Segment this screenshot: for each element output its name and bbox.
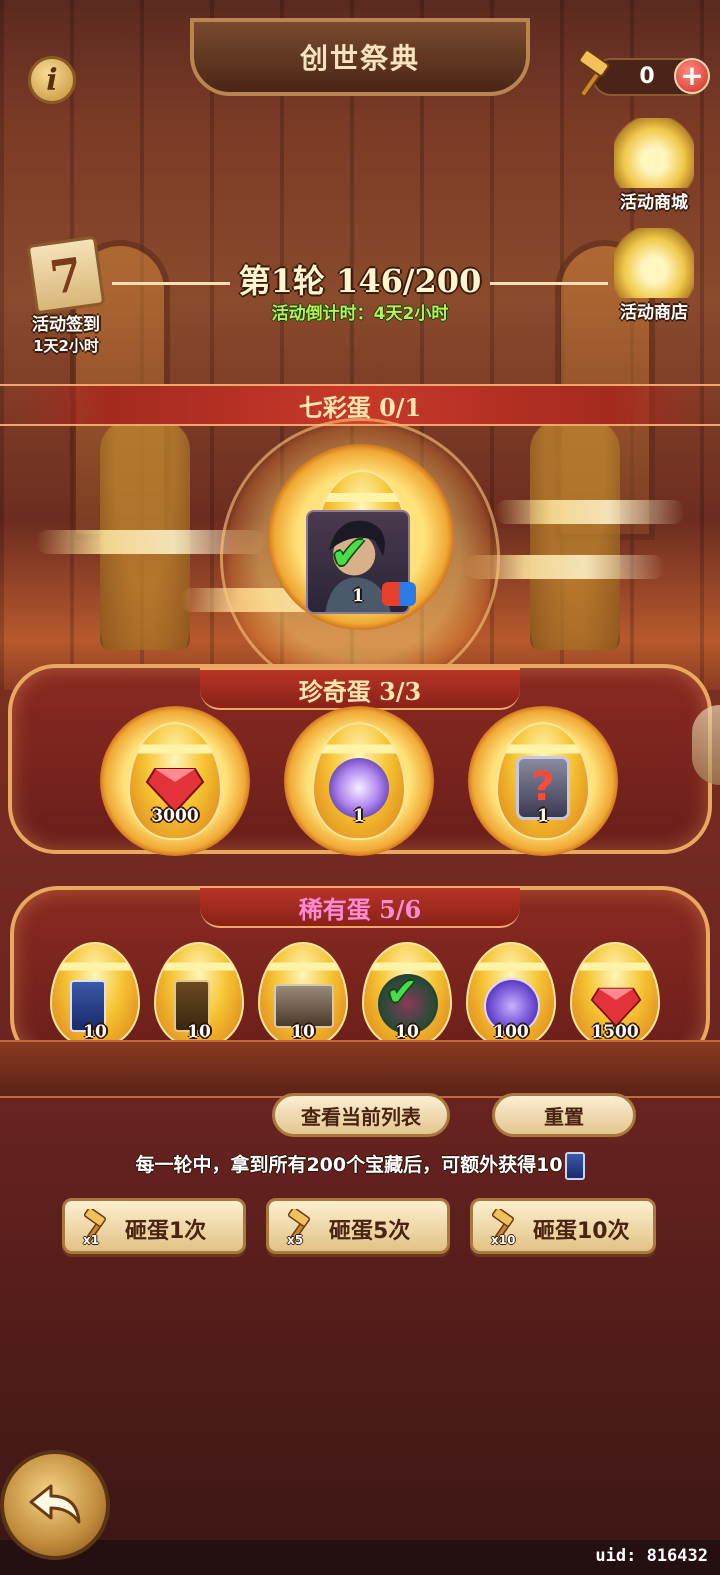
reset-button[interactable]: 重置 bbox=[492, 1093, 636, 1137]
reward-count: 1 bbox=[353, 806, 365, 826]
bonus-hint: 每一轮中，拿到所有200个宝藏后，可额外获得10 bbox=[40, 1150, 680, 1180]
hammer-count: 0 bbox=[639, 64, 655, 89]
treasure-egg[interactable]: 3000 bbox=[100, 706, 250, 856]
check-icon: ✔ bbox=[386, 970, 418, 1014]
reward-count: 1500 bbox=[591, 1022, 639, 1042]
reward-count: 10 bbox=[187, 1022, 211, 1042]
light-streak bbox=[495, 500, 685, 524]
decorative-plank bbox=[0, 1040, 720, 1098]
activity-store-button[interactable]: 活动商店 bbox=[600, 228, 708, 323]
swap-icon bbox=[382, 582, 416, 606]
reward-count: 3000 bbox=[151, 806, 199, 826]
rare-egg-title: 稀有蛋 5/6 bbox=[200, 886, 520, 928]
info-button[interactable]: i bbox=[28, 56, 76, 104]
treasure-egg[interactable]: ? 1 bbox=[468, 706, 618, 856]
smash-multiplier: x5 bbox=[287, 1233, 304, 1247]
smash-multiplier: x1 bbox=[83, 1233, 100, 1247]
check-icon: ✔ bbox=[330, 526, 369, 580]
reward-count: 1 bbox=[537, 806, 549, 826]
bonus-hint-text: 每一轮中，拿到所有200个宝藏后，可额外获得10 bbox=[135, 1154, 563, 1176]
activity-mall-label: 活动商城 bbox=[620, 193, 688, 213]
reward-count: 100 bbox=[493, 1022, 529, 1042]
reward-count: 10 bbox=[395, 1022, 419, 1042]
reward-count: 10 bbox=[291, 1022, 315, 1042]
back-arrow-icon bbox=[29, 1484, 81, 1524]
knight-statue bbox=[530, 420, 620, 650]
smash-label: 砸蛋10次 bbox=[533, 1219, 630, 1244]
reward-count: 10 bbox=[83, 1022, 107, 1042]
hero-reward: ✔ 1 bbox=[306, 510, 416, 614]
blue-card-icon bbox=[564, 1151, 585, 1180]
smash-10-button[interactable]: x10 砸蛋10次 bbox=[470, 1198, 656, 1254]
activity-signin-button[interactable]: 7 活动签到 1天2小时 bbox=[14, 235, 118, 356]
smash-5-button[interactable]: x5 砸蛋5次 bbox=[266, 1198, 450, 1254]
smash-label: 砸蛋1次 bbox=[125, 1219, 207, 1244]
page-title: 创世祭典 bbox=[190, 18, 530, 96]
treasure-egg-title: 珍奇蛋 3/3 bbox=[200, 668, 520, 710]
gift-box-icon bbox=[614, 118, 694, 188]
smash-multiplier: x10 bbox=[491, 1233, 516, 1247]
back-button[interactable] bbox=[0, 1450, 110, 1560]
side-scroll-tab[interactable] bbox=[692, 705, 720, 785]
user-id: uid: 816432 bbox=[595, 1546, 708, 1566]
gold-ingot-icon bbox=[614, 228, 694, 298]
activity-mall-button[interactable]: 活动商城 bbox=[600, 118, 708, 213]
round-progress: 第1轮 146/200 bbox=[238, 262, 482, 300]
view-list-button[interactable]: 查看当前列表 bbox=[272, 1093, 450, 1137]
hammer-icon bbox=[578, 50, 610, 98]
treasure-egg[interactable]: 1 bbox=[284, 706, 434, 856]
signin-timer: 1天2小时 bbox=[33, 337, 99, 355]
add-hammer-button[interactable]: + bbox=[674, 58, 710, 94]
smash-1-button[interactable]: x1 砸蛋1次 bbox=[62, 1198, 246, 1254]
smash-label: 砸蛋5次 bbox=[329, 1219, 411, 1244]
signin-label: 活动签到 bbox=[32, 315, 100, 335]
activity-store-label: 活动商店 bbox=[620, 303, 688, 323]
event-countdown: 活动倒计时：4天2小时 bbox=[271, 304, 449, 324]
calendar-icon: 7 bbox=[26, 235, 106, 315]
